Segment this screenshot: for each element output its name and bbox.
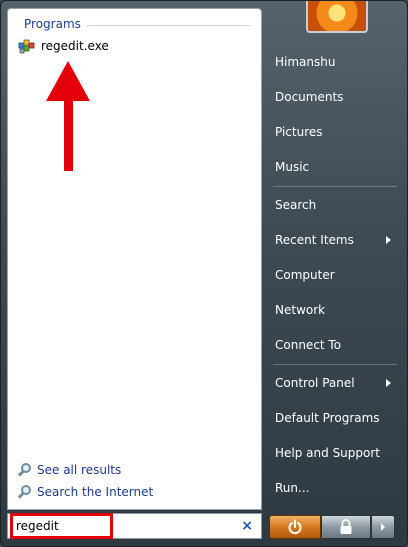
search-internet-link[interactable]: Search the Internet	[17, 483, 154, 501]
right-divider	[273, 186, 397, 187]
right-item-network[interactable]: Network	[269, 297, 397, 323]
right-item-pictures[interactable]: Pictures	[269, 119, 397, 145]
right-item-help-support[interactable]: Help and Support	[269, 440, 397, 466]
power-button[interactable]	[269, 515, 321, 539]
program-label: regedit.exe	[41, 39, 109, 53]
right-divider	[273, 364, 397, 365]
right-item-label: Default Programs	[275, 411, 380, 425]
right-item-connect-to[interactable]: Connect To	[269, 332, 397, 358]
programs-header: Programs	[24, 17, 250, 31]
right-item-label: Search	[275, 198, 317, 212]
right-item-run[interactable]: Run...	[269, 475, 397, 501]
right-item-label: Connect To	[275, 338, 342, 352]
search-input[interactable]	[16, 518, 106, 534]
lock-button[interactable]	[321, 515, 371, 539]
lock-icon	[340, 519, 352, 534]
see-all-results-label: See all results	[37, 463, 122, 477]
right-item-documents[interactable]: Documents	[269, 84, 397, 110]
right-item-label: Run...	[275, 481, 310, 495]
start-menu: Programs regedit.exe See all results Sea…	[0, 0, 408, 547]
clear-search-icon[interactable]: ×	[241, 518, 253, 534]
right-item-recent-items[interactable]: Recent Items	[269, 227, 397, 253]
chevron-right-icon	[381, 523, 385, 531]
right-item-label: Computer	[275, 268, 335, 282]
regedit-icon	[18, 38, 36, 54]
right-item-control-panel[interactable]: Control Panel	[269, 370, 397, 396]
right-item-default-programs[interactable]: Default Programs	[269, 405, 397, 431]
right-item-label: Network	[275, 303, 326, 317]
see-all-results-link[interactable]: See all results	[17, 461, 122, 479]
right-item-music[interactable]: Music	[269, 154, 397, 180]
right-item-label: Music	[275, 160, 310, 174]
program-item-regedit[interactable]: regedit.exe	[18, 36, 109, 56]
right-item-user[interactable]: Himanshu	[269, 49, 397, 75]
right-item-label: Documents	[275, 90, 344, 104]
search-internet-label: Search the Internet	[37, 485, 154, 499]
header-divider	[86, 24, 250, 26]
search-box[interactable]: ×	[7, 513, 262, 539]
programs-header-label: Programs	[24, 17, 81, 31]
chevron-right-icon	[386, 379, 391, 387]
right-item-label: Control Panel	[275, 376, 355, 390]
shutdown-options-button[interactable]	[371, 515, 395, 539]
right-item-label: Help and Support	[275, 446, 380, 460]
right-item-label: Recent Items	[275, 233, 354, 247]
right-item-search[interactable]: Search	[269, 192, 397, 218]
annotation-arrow-shaft	[64, 95, 73, 171]
search-icon	[17, 485, 32, 499]
right-item-label: Himanshu	[275, 55, 336, 69]
chevron-right-icon	[386, 236, 391, 244]
search-icon	[17, 463, 32, 477]
right-item-computer[interactable]: Computer	[269, 262, 397, 288]
right-item-label: Pictures	[275, 125, 323, 139]
power-icon	[288, 519, 302, 535]
left-pane: Programs regedit.exe See all results Sea…	[7, 8, 262, 510]
user-avatar[interactable]	[306, 1, 368, 33]
